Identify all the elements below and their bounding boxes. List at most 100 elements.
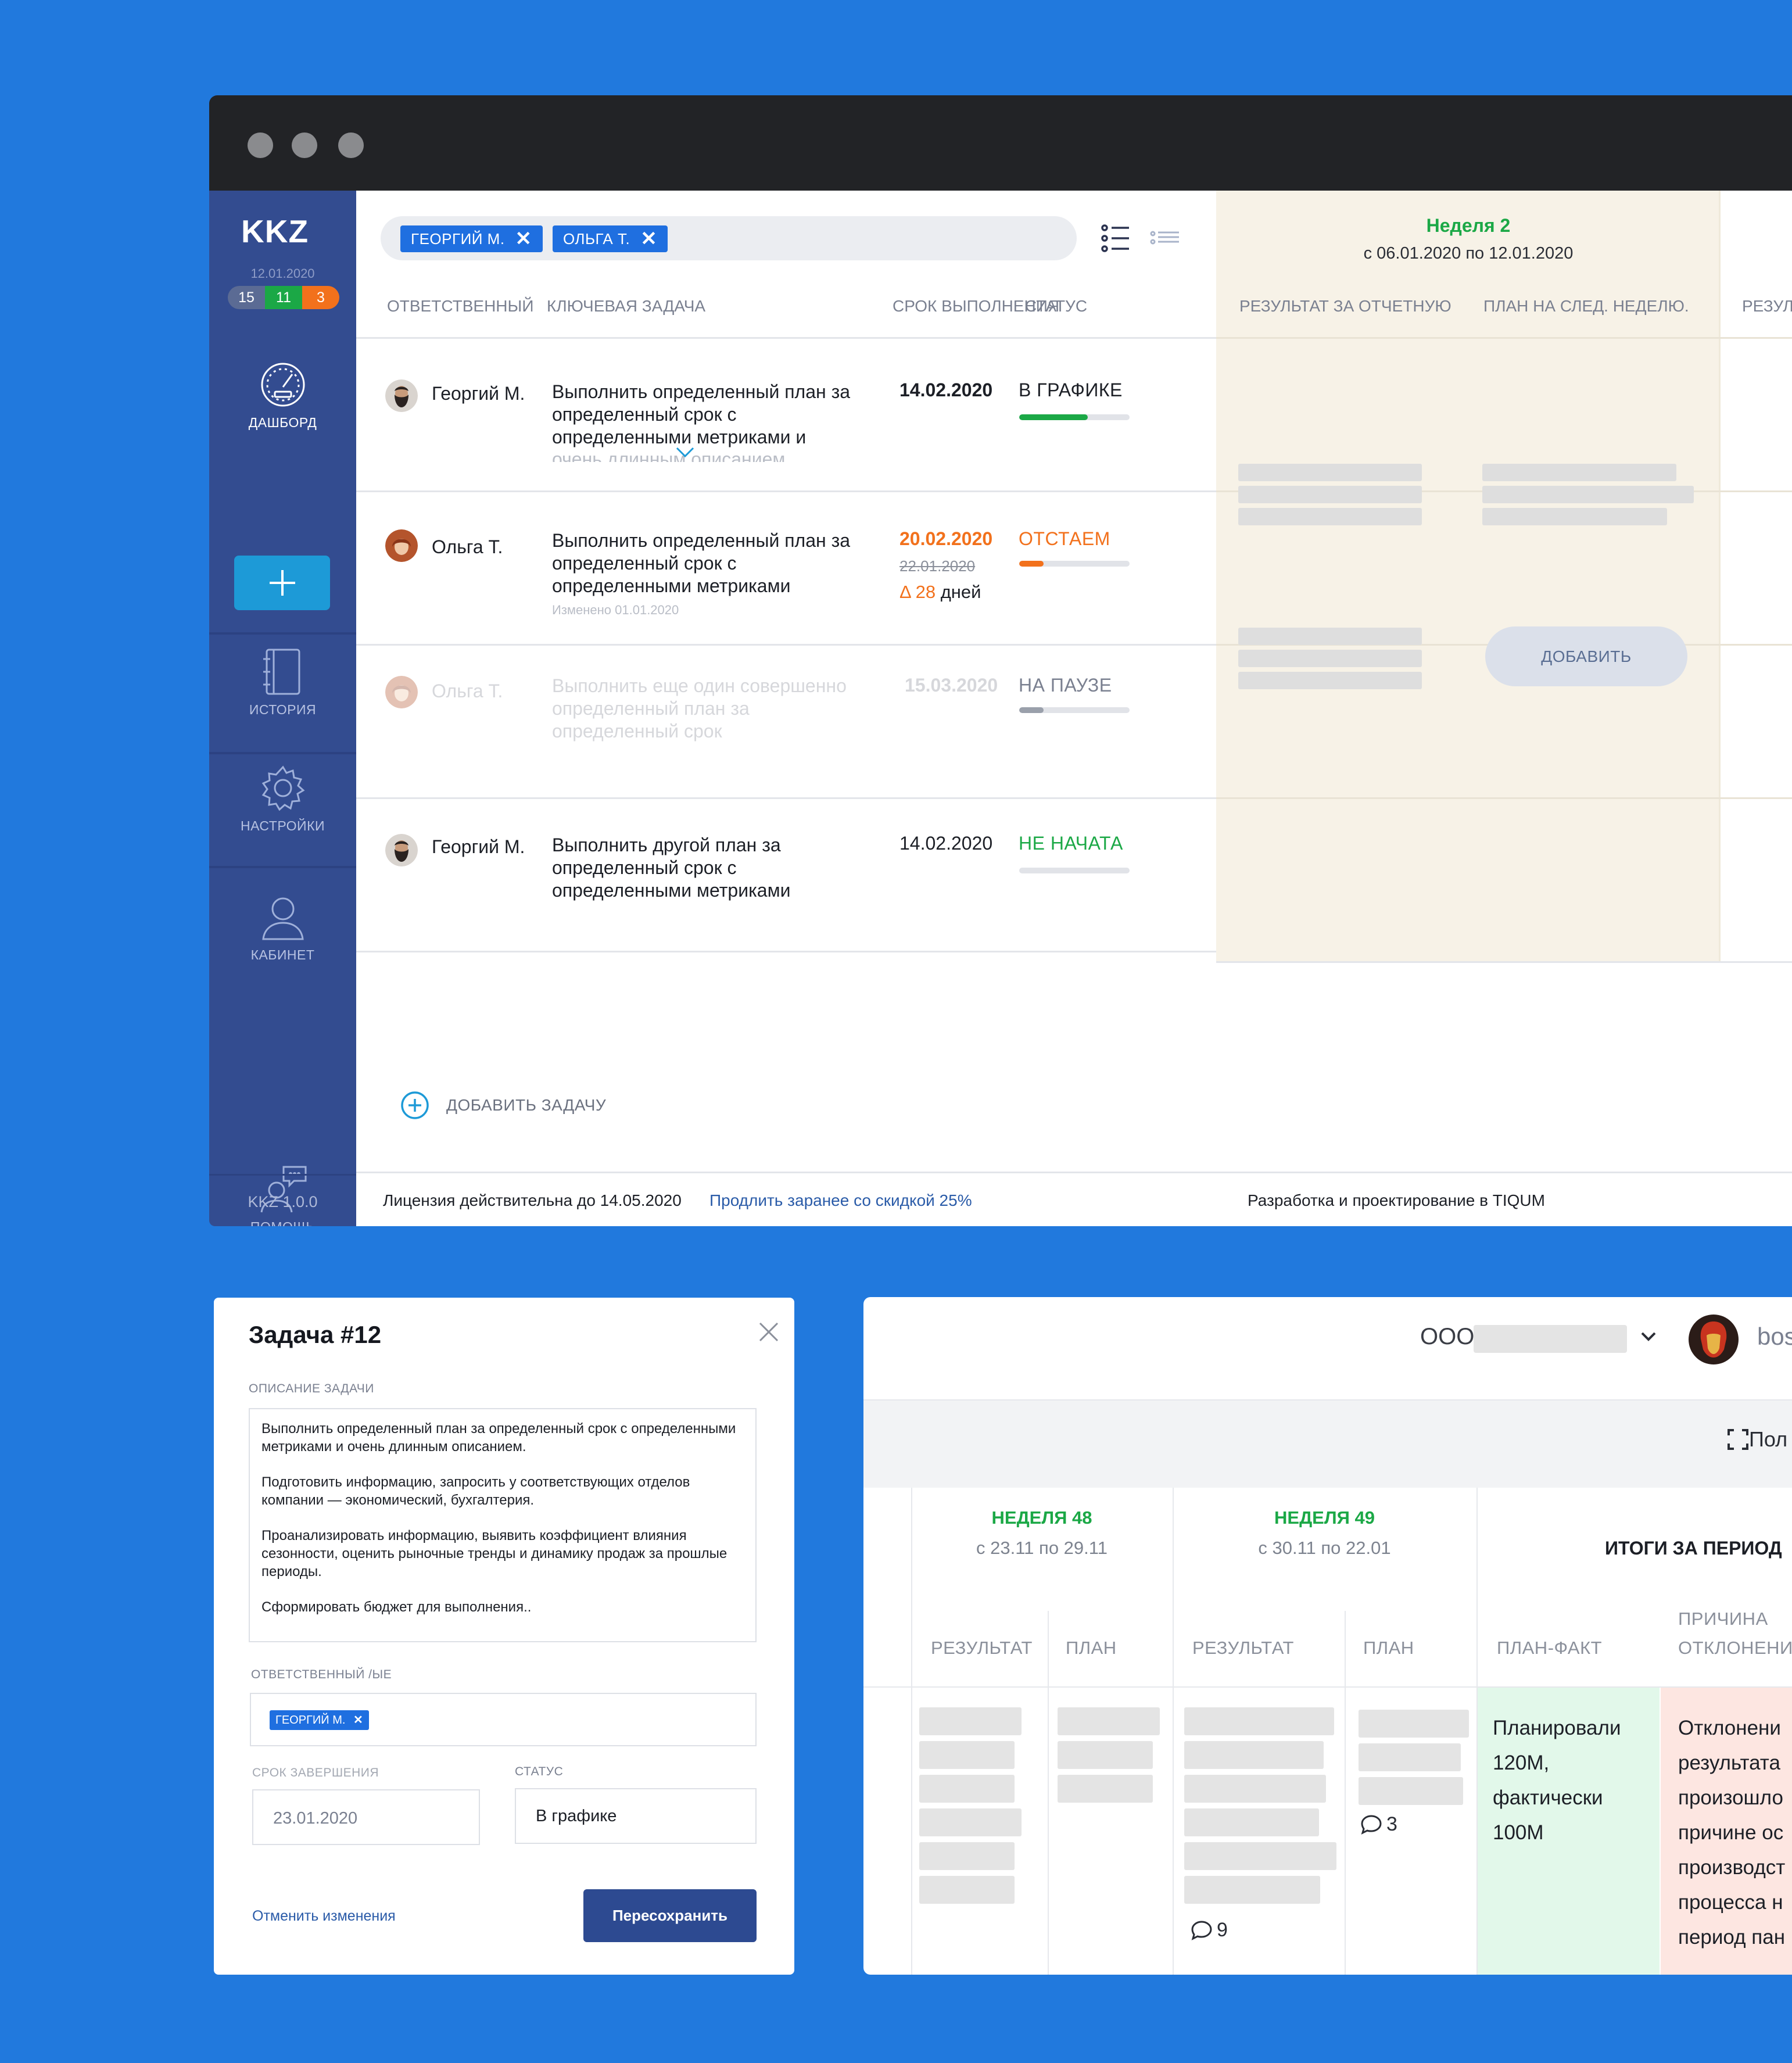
comments-count[interactable]: 3	[1360, 1813, 1397, 1836]
table-row[interactable]: Ольга Т. Выполнить определенный план за …	[356, 490, 1216, 644]
responsible-chip[interactable]: ГЕОРГИЙ М. ✕	[270, 1710, 369, 1730]
task-text: Выполнить еще один совершенно определенн…	[552, 675, 847, 742]
placeholder-text	[1184, 1808, 1319, 1836]
window-titlebar	[209, 95, 1792, 191]
description-paragraph: Проанализировать информацию, выявить коэ…	[261, 1528, 727, 1580]
placeholder-text	[1359, 1743, 1461, 1771]
description-textarea[interactable]: Выполнить определенный план за определен…	[249, 1408, 757, 1642]
chevron-down-icon[interactable]	[675, 446, 696, 460]
week-panel: Неделя 2 с 06.01.2020 по 12.01.2020 РЕЗУ…	[1216, 191, 1792, 1226]
comments-count[interactable]: 9	[1190, 1919, 1228, 1942]
column-header-plan: ПЛАН	[1363, 1638, 1414, 1658]
filter-chip[interactable]: ОЛЬГА Т. ✕	[553, 225, 668, 252]
placeholder-text	[919, 1808, 1022, 1836]
add-task-button[interactable]: ДОБАВИТЬ ЗАДАЧУ	[400, 1090, 606, 1120]
renew-license-link[interactable]: Продлить заранее со скидкой 25%	[709, 1173, 972, 1228]
remove-chip-icon[interactable]: ✕	[515, 228, 532, 250]
responsible-label: ОТВЕТСТВЕННЫЙ /ЫЕ	[251, 1668, 392, 1681]
task-table-panel: ГЕОРГИЙ М. ✕ ОЛЬГА Т. ✕ ОТВЕТСТВЕННЫЙ КЛЮЧ…	[356, 191, 1216, 1226]
task-text: Выполнить определенный план за определен…	[552, 381, 851, 447]
placeholder-text	[1359, 1710, 1469, 1738]
column-header-reason-2: ОТКЛОНЕНИЯ	[1678, 1638, 1792, 1658]
company-name-placeholder	[1474, 1325, 1627, 1353]
status-progress-bar	[1019, 414, 1130, 420]
placeholder-text	[919, 1707, 1022, 1735]
progress-fill	[1019, 707, 1044, 713]
responsible-field[interactable]: ГЕОРГИЙ М. ✕	[250, 1693, 757, 1746]
week48-range: с 23.11 по 29.11	[976, 1538, 1108, 1558]
table-row[interactable]: Ольга Т. Выполнить еще один совершенно о…	[356, 644, 1216, 797]
status-progress-bar	[1019, 561, 1130, 567]
window-maximize-dot[interactable]	[338, 132, 364, 158]
column-header-task[interactable]: КЛЮЧЕВАЯ ЗАДАЧА	[547, 297, 705, 316]
status-field-label: СТАТУС	[515, 1765, 564, 1778]
column-header-responsible[interactable]: ОТВЕТСТВЕННЫЙ	[387, 297, 533, 316]
responsible-name: Георгий М.	[432, 383, 525, 404]
nav-history[interactable]: ИСТОРИЯ	[209, 638, 356, 748]
placeholder-text	[1184, 1876, 1320, 1904]
status-label: В ГРАФИКЕ	[1019, 379, 1123, 400]
comments-count-value: 3	[1386, 1813, 1397, 1835]
placeholder-text	[1058, 1741, 1153, 1769]
delay-unit: дней	[940, 582, 981, 602]
cancel-changes-link[interactable]: Отменить изменения	[252, 1908, 396, 1925]
nav-cabinet[interactable]: КАБИНЕТ	[209, 883, 356, 994]
placeholder-text	[1482, 464, 1676, 481]
table-row[interactable]: Георгий М. Выполнить определенный план з…	[356, 337, 1216, 490]
window-minimize-dot[interactable]	[292, 132, 317, 158]
column-header-result: РЕЗУЛЬТАТ	[931, 1638, 1033, 1658]
plan-fact-line: фактически	[1493, 1786, 1603, 1809]
grid-line	[1173, 1488, 1174, 1975]
placeholder-text	[1238, 650, 1422, 667]
week-range: с 06.01.2020 по 12.01.2020	[1363, 244, 1574, 263]
add-button[interactable]	[234, 556, 330, 610]
deadline-input[interactable]: 23.01.2020	[252, 1789, 480, 1845]
placeholder-text	[919, 1842, 1015, 1870]
placeholder-text	[1238, 486, 1422, 503]
window-close-dot[interactable]	[248, 132, 273, 158]
placeholder-text	[1058, 1707, 1160, 1735]
save-button[interactable]: Пересохранить	[583, 1889, 757, 1942]
avatar	[385, 834, 418, 866]
status-select[interactable]: В графике	[515, 1788, 757, 1844]
filter-chip-label: ГЕОРГИЙ М.	[411, 230, 505, 248]
status-label: ОТСТАЕМ	[1019, 528, 1110, 549]
task-text-overflow: очень длинным описанием	[552, 449, 786, 462]
remove-chip-icon[interactable]: ✕	[640, 228, 657, 250]
close-icon[interactable]	[758, 1321, 780, 1343]
counter-behind: 3	[302, 286, 339, 309]
reason-line: процесса н	[1678, 1891, 1783, 1914]
plan-fact-line: 100М	[1493, 1821, 1544, 1844]
avatar	[385, 529, 418, 562]
remove-chip-icon[interactable]: ✕	[353, 1714, 363, 1727]
user-avatar[interactable]	[1689, 1315, 1739, 1364]
previous-deadline: 22.01.2020	[899, 557, 976, 575]
task-dialog: Задача #12 ОПИСАНИЕ ЗАДАЧИ Выполнить опр…	[214, 1298, 794, 1975]
plus-icon	[269, 570, 295, 596]
comment-icon	[1191, 1920, 1212, 1940]
nav-dashboard[interactable]: ДАШБОРД	[209, 351, 356, 461]
plan-fact-line: 120М,	[1493, 1752, 1550, 1774]
column-header-status[interactable]: СТАТУС	[1025, 297, 1087, 316]
placeholder-text	[1184, 1775, 1326, 1803]
table-row[interactable]: Георгий М. Выполнить другой план за опре…	[356, 797, 1216, 951]
compact-view-icon[interactable]	[1150, 229, 1180, 248]
responsible-name: Ольга Т.	[432, 680, 503, 701]
nav-settings[interactable]: НАСТРОЙКИ	[209, 754, 356, 865]
status-label: НЕ НАЧАТА	[1019, 833, 1123, 854]
fullscreen-button[interactable]: Пол	[1727, 1427, 1787, 1452]
nav-label-history: ИСТОРИЯ	[249, 702, 317, 717]
filter-bar[interactable]: ГЕОРГИЙ М. ✕ ОЛЬГА Т. ✕	[381, 216, 1077, 260]
list-view-icon[interactable]	[1101, 223, 1131, 253]
nav-label-dashboard: ДАШБОРД	[248, 415, 317, 430]
week-row-divider	[1216, 337, 1792, 339]
footer-right: Разработка и проектирование в TIQUM	[1216, 1172, 1792, 1226]
chevron-down-icon[interactable]	[1640, 1331, 1657, 1344]
plus-circle-icon	[401, 1091, 429, 1119]
company-label: ООО	[1420, 1324, 1475, 1349]
add-plan-button[interactable]: ДОБАВИТЬ	[1485, 626, 1687, 686]
current-date: 12.01.2020	[250, 266, 315, 281]
delay-value: Δ 28	[899, 582, 936, 602]
filter-chip[interactable]: ГЕОРГИЙ М. ✕	[400, 225, 543, 252]
counter-on-track: 11	[265, 286, 302, 309]
